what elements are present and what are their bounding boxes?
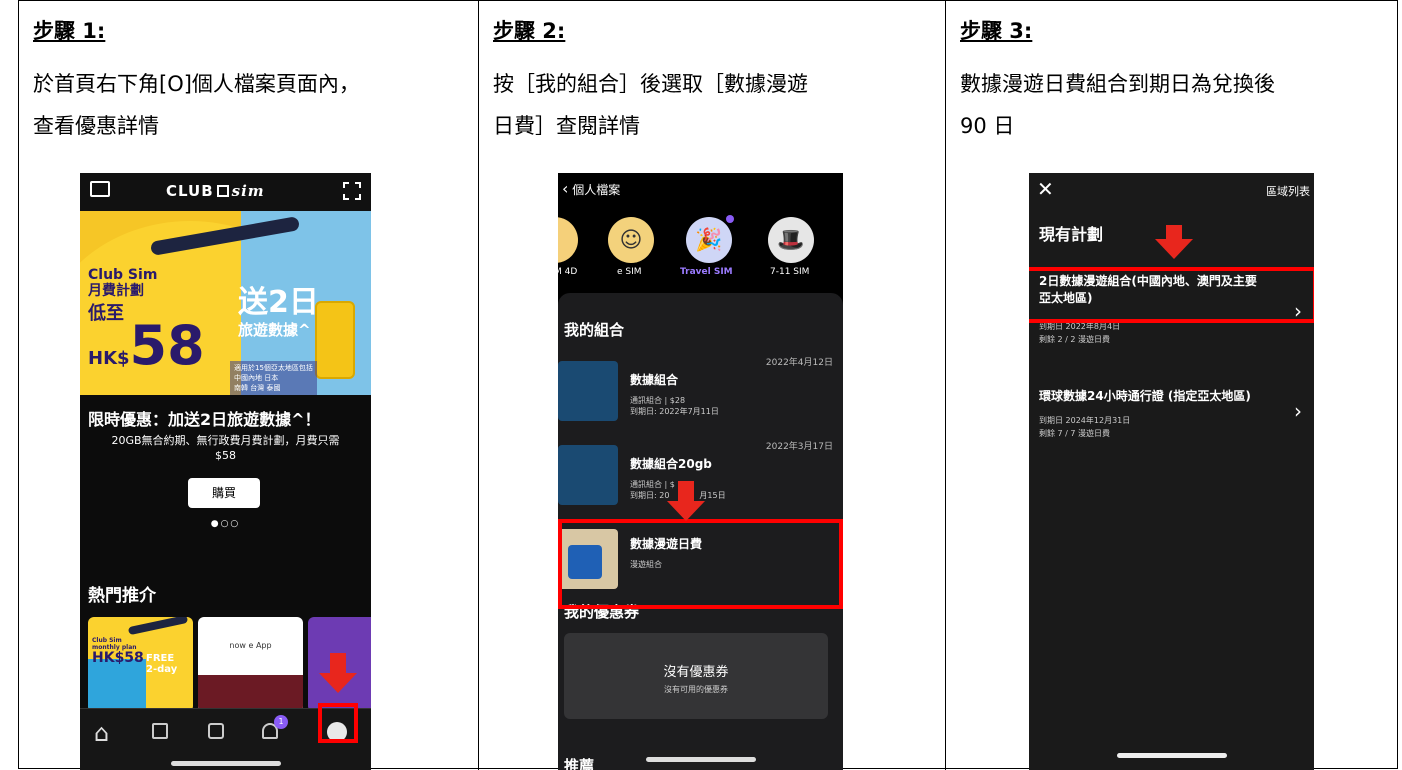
logo-text: CLUB	[166, 182, 214, 200]
tv-icon[interactable]	[90, 181, 110, 197]
phone-screenshot-home: CLUB sim Club Sim 月費計劃 低至 HK$ 58 送2日 旅遊數…	[80, 173, 371, 770]
recommend-card-2[interactable]: now e App	[198, 617, 303, 712]
travel-sim-dot	[726, 215, 734, 223]
banner-regions: 適用於15個亞太地區包括 中國內地 日本 南韓 台灣 泰國	[230, 361, 317, 395]
step-1-line-1: 於首頁右下角[O]個人檔案頁面內，	[33, 72, 360, 96]
bundle-name: 數據組合20gb	[630, 457, 712, 471]
coupon-empty-card: 沒有優惠券 沒有可用的優惠券	[564, 633, 828, 719]
step-1-title: 步驟 1:	[33, 19, 106, 43]
banner-price: 低至 HK$ 58	[88, 303, 205, 377]
step-1-line-2: 查看優惠詳情	[33, 114, 159, 138]
home-top-bar: CLUB sim	[80, 173, 371, 211]
plan-name: 環球數據24小時通行證 (指定亞太地區)	[1039, 389, 1251, 403]
plan-item-2[interactable]: 環球數據24小時通行證 (指定亞太地區) › 到期日 2024年12月31日 剩…	[1029, 385, 1314, 445]
my-bundles-title: 我的組合	[564, 321, 625, 339]
section-title-hot: 熱門推介	[88, 586, 156, 606]
buy-button[interactable]: 購買	[188, 478, 260, 508]
highlight-roaming-plan	[1029, 267, 1314, 323]
step-3-line-1: 數據漫遊日費組合到期日為兌換後	[960, 72, 1275, 96]
tab-icon-711-sim[interactable]: 🎩	[768, 217, 814, 263]
back-button[interactable]: ‹ 個人檔案	[562, 179, 620, 198]
chevron-left-icon: ‹	[562, 179, 569, 198]
step-3-text: 數據漫遊日費組合到期日為兌換後 90 日	[960, 63, 1275, 147]
home-indicator	[645, 757, 756, 762]
current-plans-title: 現有計劃	[1039, 225, 1104, 244]
suitcase-image	[315, 301, 355, 379]
step-2-line-1: 按［我的組合］後選取［數據漫遊	[493, 72, 808, 96]
bundle-item-1[interactable]: 2022年4月12日 數據組合 通訊組合 | $28 到期日: 2022年7月1…	[558, 353, 843, 423]
step-3-column: 步驟 3: 數據漫遊日費組合到期日為兌換後 90 日 ✕ 區域列表 現有計劃 2…	[946, 1, 1397, 770]
logo-sim-text: sim	[231, 182, 265, 200]
bundle-name: 數據組合	[630, 373, 679, 387]
banner-gift: 送2日 旅遊數據^	[238, 285, 319, 340]
scan-icon[interactable]	[343, 182, 361, 200]
bundle-thumbnail	[558, 445, 618, 505]
phone-screenshot-plans: ✕ 區域列表 現有計劃 2日數據漫遊組合(中國內地、澳門及主要 亞太地區) › …	[1029, 173, 1314, 770]
step-2-line-2: 日費］查閱詳情	[493, 114, 640, 138]
step-3-title: 步驟 3:	[960, 19, 1033, 43]
home-indicator	[1116, 753, 1227, 758]
carousel-dots[interactable]: ●○○	[80, 519, 371, 529]
tab-label-esim[interactable]: e SIM	[617, 267, 642, 277]
instruction-table: 步驟 1: 於首頁右下角[O]個人檔案頁面內， 查看優惠詳情 CLUB sim C…	[18, 0, 1398, 770]
step-2-text: 按［我的組合］後選取［數據漫遊 日費］查閱詳情	[493, 63, 808, 147]
gift-icon[interactable]	[152, 723, 168, 739]
promo-description: 20GB無合約期、無行政費月費計劃，月費只需 $58	[111, 434, 340, 462]
instruction-table-page: 步驟 1: 於首頁右下角[O]個人檔案頁面內， 查看優惠詳情 CLUB sim C…	[0, 0, 1402, 770]
step-2-column: 步驟 2: 按［我的組合］後選取［數據漫遊 日費］查閱詳情 ‹ 個人檔案 M 4…	[479, 1, 946, 770]
banner-brand: Club Sim 月費計劃	[88, 267, 158, 299]
chevron-right-icon: ›	[1294, 399, 1302, 423]
step-1-column: 步驟 1: 於首頁右下角[O]個人檔案頁面內， 查看優惠詳情 CLUB sim C…	[19, 1, 479, 770]
promo-banner[interactable]: Club Sim 月費計劃 低至 HK$ 58 送2日 旅遊數據^ 適用於15個…	[80, 211, 371, 395]
highlight-roaming-bundle	[558, 519, 843, 609]
bundle-item-2[interactable]: 2022年3月17日 數據組合20gb 通訊組合 | $ 到期日: 20 月15日	[558, 437, 843, 507]
tab-label-m4d[interactable]: M 4D	[558, 267, 577, 277]
home-indicator	[170, 761, 281, 766]
step-3-line-2: 90 日	[960, 114, 1015, 138]
step-1-text: 於首頁右下角[O]個人檔案頁面內， 查看優惠詳情	[33, 63, 360, 147]
tab-icon-m4d[interactable]	[558, 217, 578, 263]
tab-icon-esim[interactable]: ☺	[608, 217, 654, 263]
bundle-thumbnail	[558, 361, 618, 421]
bag-icon[interactable]	[208, 723, 224, 739]
promo-title: 限時優惠：加送2日旅遊數據^！	[88, 410, 321, 429]
highlight-profile-button	[318, 703, 358, 743]
recommend-card-1[interactable]: Club Sim monthly plan HK$58 FREE 2-day	[88, 617, 193, 712]
phone-screenshot-profile: ‹ 個人檔案 M 4D ☺ e SIM 🎉 Travel SIM 🎩 7-11 …	[558, 173, 843, 770]
notification-badge: 1	[274, 715, 288, 729]
tab-label-travel-sim[interactable]: Travel SIM	[680, 267, 733, 277]
tab-label-711-sim[interactable]: 7-11 SIM	[770, 267, 809, 277]
tab-icon-travel-sim[interactable]: 🎉	[686, 217, 732, 263]
close-icon[interactable]: ✕	[1037, 177, 1054, 201]
step-2-title: 步驟 2:	[493, 19, 566, 43]
home-icon[interactable]: ⌂	[94, 719, 109, 747]
app-logo: CLUB sim	[166, 182, 265, 200]
region-list-link[interactable]: 區域列表	[1266, 183, 1310, 199]
recommend-title: 推薦	[564, 757, 595, 770]
